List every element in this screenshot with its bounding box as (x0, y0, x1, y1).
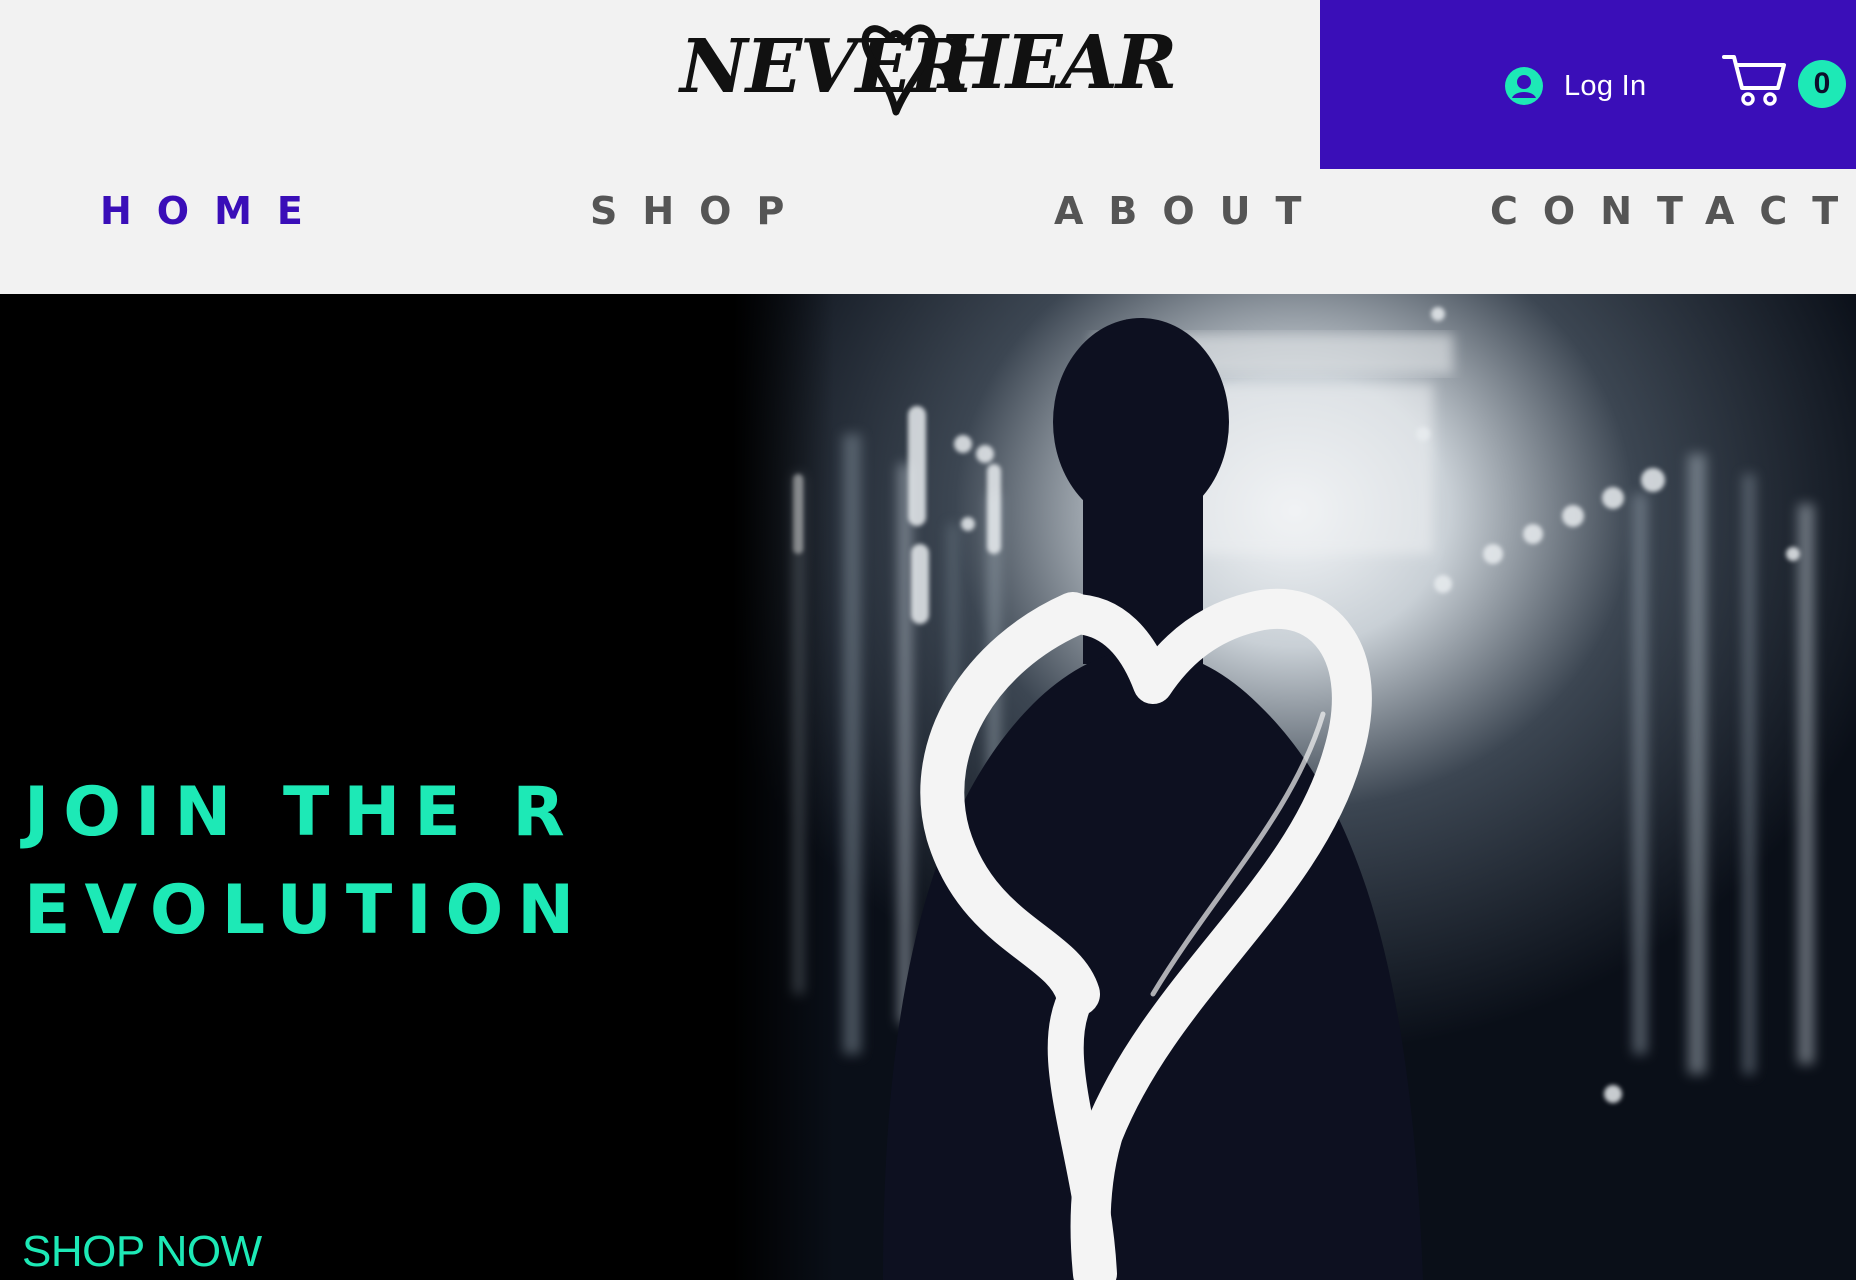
logo-graphic: NEVER HEART (678, 20, 1176, 116)
site-logo[interactable]: NEVER HEART (676, 8, 1176, 136)
nav-item-contact[interactable]: CONTACT (1490, 183, 1856, 239)
hero-section: JOIN THE REVOLUTION SHOP NOW (0, 294, 1856, 1280)
login-button[interactable]: Log In (1504, 64, 1646, 108)
cart-button[interactable]: 0 (1722, 52, 1846, 112)
user-icon (1505, 67, 1543, 105)
cart-count-badge: 0 (1798, 60, 1846, 108)
hero-image (733, 294, 1856, 1280)
shop-now-link[interactable]: SHOP NOW (22, 1224, 262, 1280)
nav-item-shop[interactable]: SHOP (590, 183, 809, 239)
nav-item-home[interactable]: HOME (100, 183, 328, 239)
cart-icon (1722, 55, 1786, 106)
page: NEVER HEART Log In 0 (0, 0, 1856, 1280)
hero-headline: JOIN THE REVOLUTION (24, 773, 589, 950)
site-header: NEVER HEART Log In 0 (0, 0, 1856, 294)
logo-text-heart: HEART (936, 20, 1176, 106)
account-bar: Log In 0 (1320, 0, 1856, 169)
login-label: Log In (1564, 69, 1647, 102)
main-nav: HOME SHOP ABOUT CONTACT (0, 169, 1856, 253)
nav-item-about[interactable]: ABOUT (1054, 183, 1326, 239)
